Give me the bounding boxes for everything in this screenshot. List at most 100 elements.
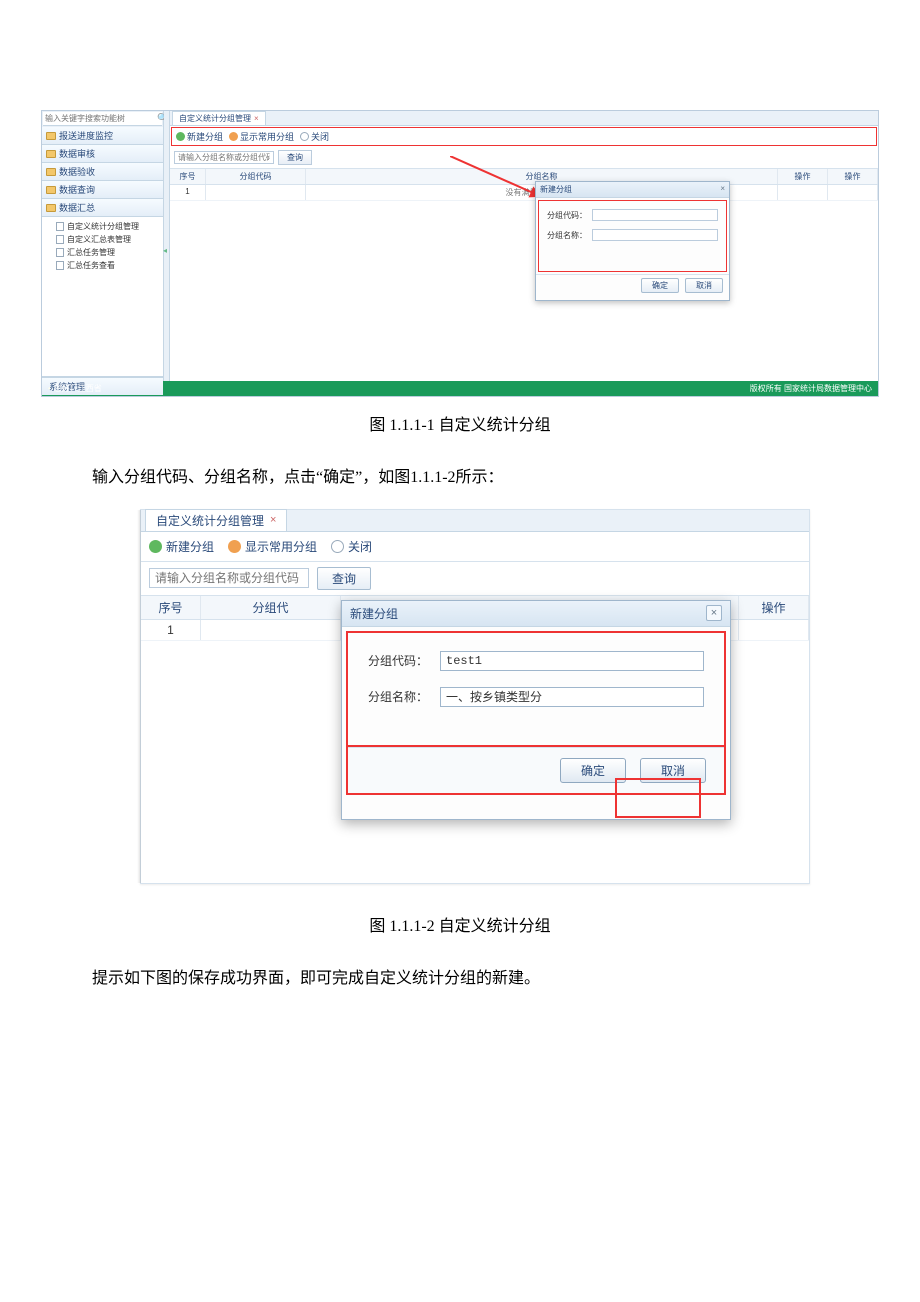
tree-label: 汇总任务查看 <box>67 259 115 272</box>
dialog-titlebar[interactable]: 新建分组 × <box>342 601 730 627</box>
body-paragraph-2: 提示如下图的保存成功界面，即可完成自定义统计分组的新建。 <box>60 966 860 992</box>
col-header: 分组代码 <box>206 169 306 184</box>
sidebar-item[interactable]: 数据汇总 <box>42 199 163 217</box>
close-icon[interactable]: × <box>720 184 725 195</box>
code-label: 分组代码： <box>368 652 428 669</box>
doc-icon <box>56 261 64 270</box>
group-code-input[interactable] <box>440 651 704 671</box>
shadow <box>137 510 141 883</box>
query-button[interactable]: 查询 <box>317 567 371 590</box>
tree-item[interactable]: 汇总任务管理 <box>56 246 159 259</box>
ok-button[interactable]: 确定 <box>560 758 626 783</box>
cancel-button[interactable]: 取消 <box>685 278 723 293</box>
close-button[interactable]: 关闭 <box>300 130 329 143</box>
name-label: 分组名称： <box>368 688 428 705</box>
close-button[interactable]: 关闭 <box>331 538 372 555</box>
btn-label: 关闭 <box>311 130 329 143</box>
dialog-buttons: 确定 取消 <box>536 274 729 296</box>
new-group-dialog: 新建分组 × 分组代码： 分组名称： 确定 取消 <box>341 600 731 820</box>
show-common-button[interactable]: 显示常用分组 <box>228 538 317 555</box>
doc-icon <box>56 222 64 231</box>
col-header: 操作 <box>739 596 809 619</box>
add-icon <box>149 540 162 553</box>
dialog-buttons-highlighted: 确定 取消 <box>346 747 726 795</box>
col-header: 分组代 <box>201 596 341 619</box>
tab-active[interactable]: 自定义统计分组管理 × <box>145 509 287 531</box>
sidebar-search-input[interactable] <box>45 114 155 123</box>
close-icon <box>300 132 309 141</box>
tab-label: 自定义统计分组管理 <box>179 113 251 124</box>
filter-bar: 查询 <box>141 562 809 596</box>
group-name-input[interactable] <box>440 687 704 707</box>
folder-icon <box>46 168 56 176</box>
dialog-body-highlighted: 分组代码： 分组名称： <box>538 200 727 272</box>
new-group-dialog: 新建分组 × 分组代码： 分组名称： 确定 取消 <box>535 181 730 301</box>
filter-bar: 查询 <box>170 147 878 169</box>
tree-label: 自定义汇总表管理 <box>67 233 131 246</box>
btn-label: 显示常用分组 <box>240 130 294 143</box>
sidebar-item[interactable]: 数据审核 <box>42 145 163 163</box>
btn-label: 显示常用分组 <box>245 538 317 555</box>
list-icon <box>229 132 238 141</box>
sidebar-nav: 报送进度监控 数据审核 数据验收 数据查询 数据汇总 自定义统计分组管理 自定义… <box>42 127 163 377</box>
show-common-button[interactable]: 显示常用分组 <box>229 130 294 143</box>
tab-active[interactable]: 自定义统计分组管理 × <box>172 111 266 125</box>
name-label: 分组名称： <box>547 230 587 241</box>
sidebar-search[interactable]: 🔍 <box>43 112 162 126</box>
group-code-input[interactable] <box>592 209 718 221</box>
dialog-title: 新建分组 <box>350 605 398 622</box>
cell <box>778 185 828 200</box>
col-header: 操作 <box>778 169 828 184</box>
grid-header: 序号 分组代码 分组名称 操作 操作 <box>170 169 878 185</box>
tabbar: 自定义统计分组管理 × <box>170 111 878 126</box>
doc-icon <box>56 235 64 244</box>
sidebar-item[interactable]: 数据查询 <box>42 181 163 199</box>
screenshot-2: 自定义统计分组管理 × 新建分组 显示常用分组 关闭 查询 序号 分组代 操作 … <box>140 509 810 884</box>
status-left: 您好！江西省 <box>54 384 102 393</box>
new-group-button[interactable]: 新建分组 <box>149 538 214 555</box>
status-bar: •您好！江西省 版权所有 国家统计局数据管理中心 <box>42 381 878 396</box>
sidebar-item[interactable]: 报送进度监控 <box>42 127 163 145</box>
cell <box>828 185 878 200</box>
tree-item[interactable]: 自定义统计分组管理 <box>56 220 159 233</box>
new-group-button[interactable]: 新建分组 <box>176 130 223 143</box>
group-name-input[interactable] <box>592 229 718 241</box>
code-label: 分组代码： <box>547 210 587 221</box>
close-icon[interactable]: × <box>270 514 276 526</box>
figure-caption-2: 图 1.1.1-2 自定义统计分组 <box>0 912 920 936</box>
nav-label: 数据审核 <box>59 147 95 160</box>
tab-label: 自定义统计分组管理 <box>156 512 264 529</box>
cell <box>206 185 306 200</box>
dialog-titlebar[interactable]: 新建分组 × <box>536 182 729 198</box>
filter-input[interactable] <box>174 151 274 164</box>
status-right: 版权所有 国家统计局数据管理中心 <box>750 383 872 394</box>
cancel-button[interactable]: 取消 <box>640 758 706 783</box>
query-button[interactable]: 查询 <box>278 150 312 165</box>
grid-row: 1 没有满足条件的记录 <box>170 185 878 201</box>
btn-label: 关闭 <box>348 538 372 555</box>
folder-icon <box>46 150 56 158</box>
screenshot-1: 🔍 报送进度监控 数据审核 数据验收 数据查询 数据汇总 自定义统计分组管理 自… <box>41 110 879 397</box>
btn-label: 新建分组 <box>166 538 214 555</box>
tree-label: 自定义统计分组管理 <box>67 220 139 233</box>
col-header: 序号 <box>141 596 201 619</box>
sidebar: 🔍 报送进度监控 数据审核 数据验收 数据查询 数据汇总 自定义统计分组管理 自… <box>42 111 164 381</box>
tree-item[interactable]: 自定义汇总表管理 <box>56 233 159 246</box>
tree-label: 汇总任务管理 <box>67 246 115 259</box>
folder-icon <box>46 186 56 194</box>
nav-label: 数据汇总 <box>59 201 95 214</box>
list-icon <box>228 540 241 553</box>
cell-idx: 1 <box>170 185 206 200</box>
close-icon[interactable]: × <box>706 605 722 621</box>
doc-icon <box>56 248 64 257</box>
filter-input[interactable] <box>149 568 309 588</box>
cell <box>201 620 341 640</box>
status-dot-icon: • <box>48 384 51 393</box>
col-header: 操作 <box>828 169 878 184</box>
ok-button[interactable]: 确定 <box>641 278 679 293</box>
tree-item[interactable]: 汇总任务查看 <box>56 259 159 272</box>
close-icon[interactable]: × <box>254 114 259 123</box>
col-header: 序号 <box>170 169 206 184</box>
sidebar-item[interactable]: 数据验收 <box>42 163 163 181</box>
toolbar: 新建分组 显示常用分组 关闭 <box>141 532 809 562</box>
